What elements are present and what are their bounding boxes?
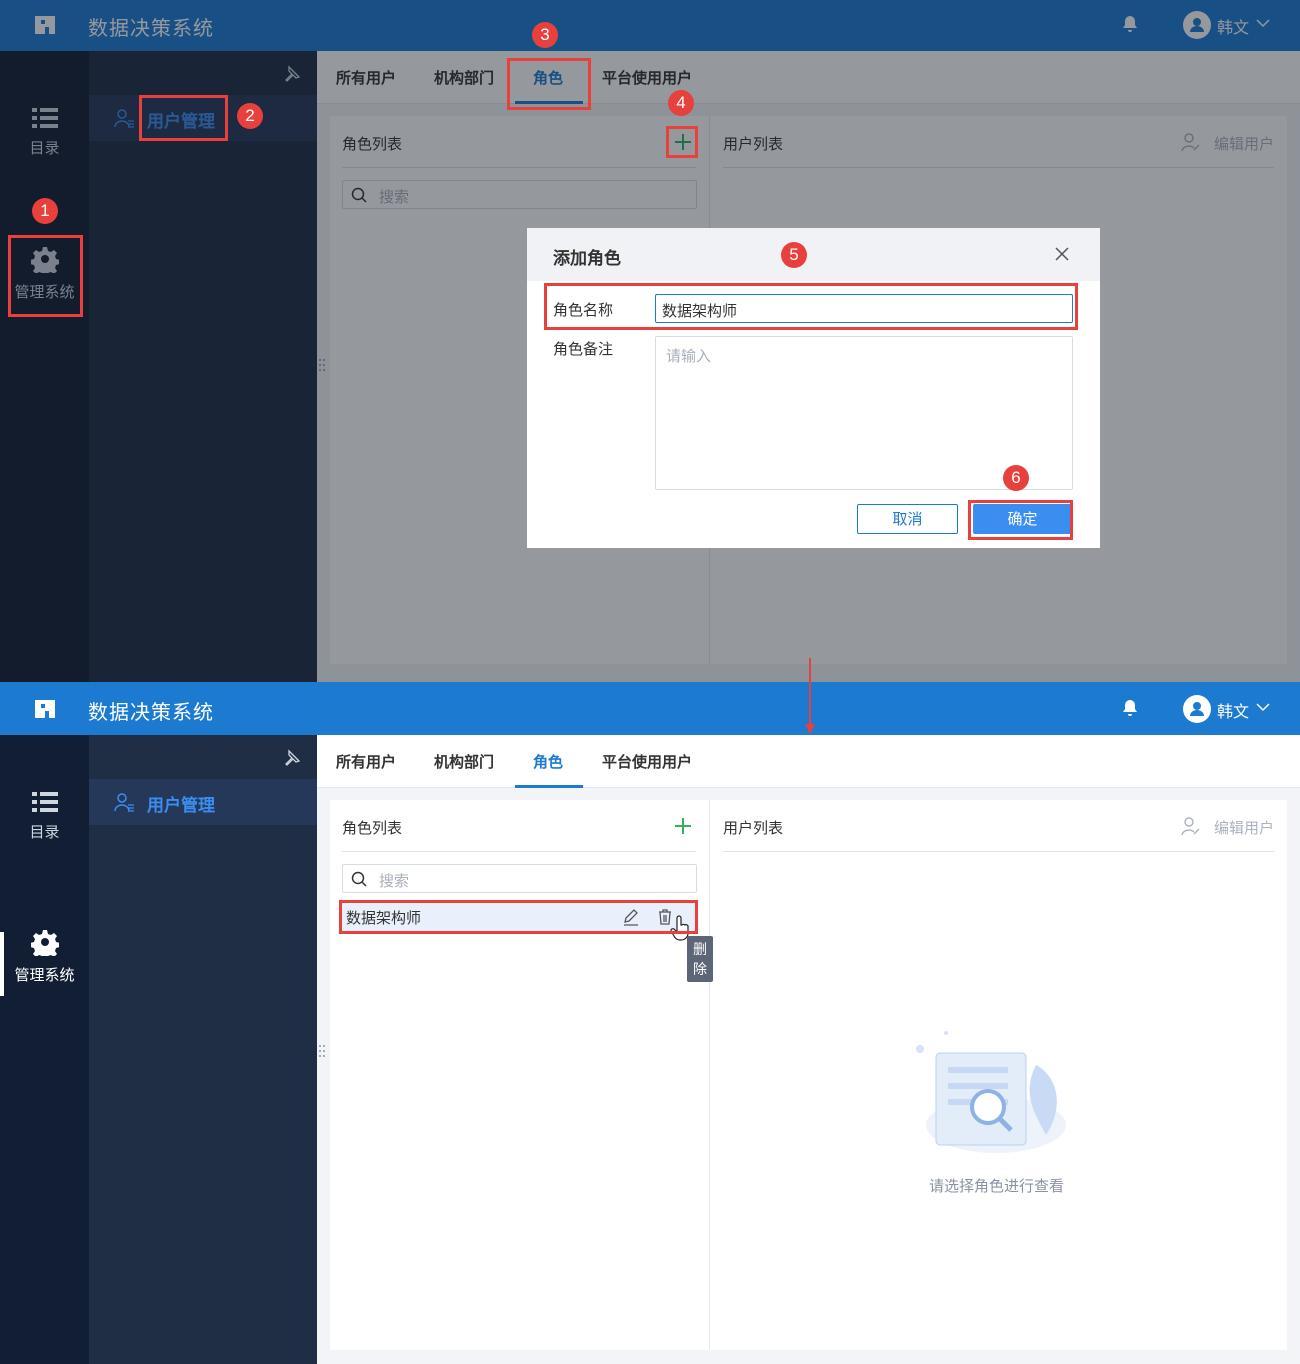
annotation-box-new-role (339, 900, 698, 934)
tab-platform-users[interactable]: 平台使用用户 (602, 751, 692, 772)
step-badge: 2 (237, 103, 263, 129)
top-bar: 数据决策系统 韩文 (0, 682, 1300, 735)
active-indicator (0, 932, 4, 996)
user-list-title: 用户列表 (723, 819, 784, 837)
user-name[interactable]: 韩文 (1217, 698, 1249, 722)
cancel-button[interactable]: 取消 (857, 504, 958, 534)
pin-icon[interactable] (283, 749, 301, 767)
edit-user-button[interactable]: 编辑用户 (1214, 817, 1274, 838)
app-title: 数据决策系统 (88, 700, 214, 724)
tab-roles[interactable]: 角色 (533, 751, 563, 772)
annotation-box-roles-tab (507, 58, 591, 110)
main-rail: 目录 管理系统 (0, 735, 89, 1364)
bell-icon[interactable] (1120, 698, 1140, 718)
annotation-box-role-name (544, 283, 1078, 330)
role-list-panel: 角色列表 搜索 数据架构师 删除 (330, 800, 713, 1350)
list-icon (31, 792, 58, 812)
chevron-down-icon[interactable] (1256, 702, 1270, 712)
annotation-box-add (666, 126, 698, 158)
rail-label-catalog: 目录 (29, 823, 60, 841)
screenshot-before: 数据决策系统 韩文 目录 管理系统 用户管理 所有用户 机构部门 角色 平台使用… (0, 0, 1300, 682)
tab-all-users[interactable]: 所有用户 (336, 751, 396, 772)
gear-icon (30, 930, 59, 956)
divider (723, 851, 1274, 852)
annotation-box-user-mgmt (139, 95, 228, 141)
main-content: 所有用户 机构部门 角色 平台使用用户 角色列表 搜索 数据架构师 删除 用户列… (317, 735, 1300, 1364)
add-role-button[interactable] (673, 816, 693, 836)
user-list-panel: 用户列表 编辑用户 请选择角色进行查看 (711, 800, 1287, 1350)
step-badge: 3 (532, 22, 558, 48)
sub-nav: 用户管理 (89, 735, 317, 1364)
rail-item-admin[interactable]: 管理系统 (0, 928, 89, 1028)
subnav-label-user-mgmt: 用户管理 (147, 796, 215, 816)
tab-active-indicator (515, 785, 583, 788)
annotation-box-admin (8, 235, 83, 317)
search-placeholder: 搜索 (379, 872, 410, 890)
arrow-down-icon (805, 658, 815, 734)
step-badge: 1 (32, 198, 58, 224)
step-badge: 5 (781, 242, 807, 268)
app-logo-icon (35, 700, 55, 718)
empty-state-text: 请选择角色进行查看 (929, 1177, 1065, 1195)
tab-departments[interactable]: 机构部门 (434, 751, 494, 772)
drag-handle-icon[interactable] (318, 1044, 326, 1058)
empty-state-illustration-icon (916, 1031, 1066, 1153)
panels: 角色列表 搜索 数据架构师 删除 用户列表 编辑用户 请选择角色进行查看 (330, 800, 1287, 1350)
rail-label-admin: 管理系统 (14, 966, 75, 984)
edit-user-icon (1181, 817, 1200, 836)
user-manage-icon (114, 793, 134, 812)
role-search-input[interactable]: 搜索 (342, 864, 697, 893)
role-note-label: 角色备注 (553, 340, 614, 358)
dialog-title: 添加角色 (553, 249, 621, 269)
dialog-header: 添加角色 (527, 228, 1100, 281)
screenshot-after: 数据决策系统 韩文 目录 管理系统 用户管理 所有用户 机构部门 角色 平台使用… (0, 682, 1300, 1364)
annotation-box-confirm (968, 500, 1073, 540)
divider (342, 851, 696, 852)
tab-bar: 所有用户 机构部门 角色 平台使用用户 (317, 735, 1300, 788)
step-badge: 4 (668, 90, 694, 116)
step-badge: 6 (1003, 465, 1029, 491)
close-icon[interactable] (1055, 247, 1069, 261)
rail-item-catalog[interactable]: 目录 (0, 791, 89, 891)
delete-tooltip: 删除 (687, 936, 713, 982)
avatar[interactable] (1183, 695, 1211, 723)
role-list-title: 角色列表 (342, 819, 403, 837)
subnav-item-user-mgmt[interactable]: 用户管理 (89, 779, 317, 825)
search-icon (351, 871, 367, 887)
